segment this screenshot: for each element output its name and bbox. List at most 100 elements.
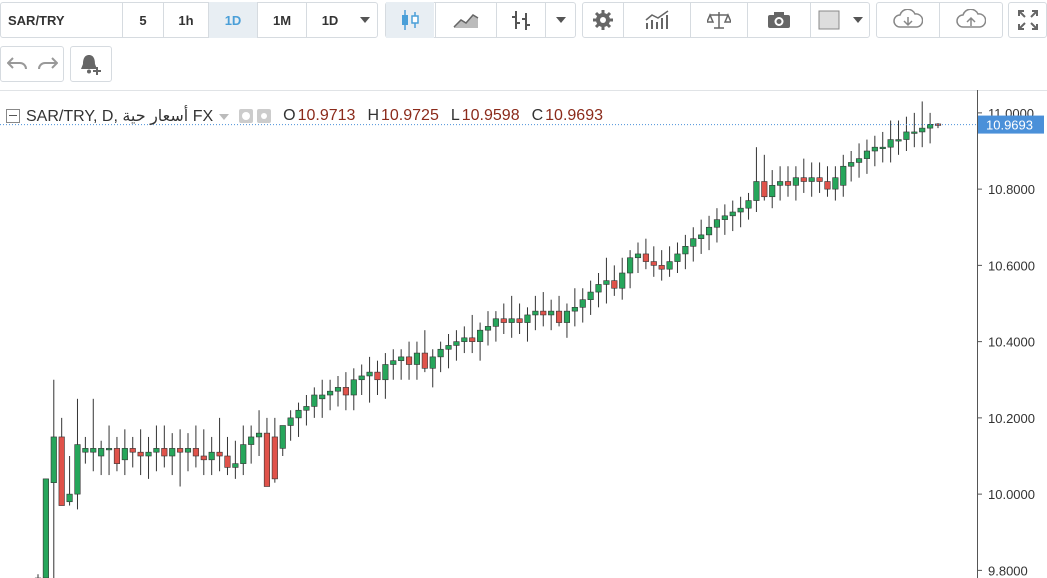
candle-body [98,448,105,457]
candle-body [461,337,468,342]
candle-body [887,139,894,148]
candle-body [666,261,673,270]
candle-body [911,131,918,134]
interval-1d-button[interactable]: 1D [209,2,257,38]
candle-body [224,455,231,468]
candle-body [777,181,784,186]
candle-body [579,299,586,308]
candle-body [295,409,302,419]
add-alert-icon[interactable] [71,46,111,82]
interval-1m-button[interactable]: 1M [258,2,306,38]
candle-body [413,352,421,365]
candle-body [871,146,878,152]
top-toolbar: SAR/TRY 5 1h 1D 1M 1D [0,0,1047,40]
interval-chevron-down-icon[interactable] [353,2,377,38]
candle-body [169,448,176,457]
compare-scale-icon[interactable] [691,2,747,38]
candle-body [327,390,334,396]
candle-body [745,200,752,209]
indicators-icon[interactable] [624,2,690,38]
candle-body [855,158,863,163]
chart-legend: SAR/TRY, D, أسعار حية FX O 10.9713 H 10.… [6,104,603,128]
y-tick-label: 9.8000 [988,563,1028,578]
candle-body [303,406,310,411]
candle-body [271,436,278,480]
bars-icon[interactable] [497,2,545,38]
redo-icon[interactable] [32,46,63,82]
collapse-legend-icon[interactable] [6,109,20,123]
candle-body [769,185,776,198]
gear-icon[interactable] [583,2,623,38]
fullscreen-icon[interactable] [1009,2,1046,38]
eye-icon[interactable] [239,109,254,123]
candle-body [492,318,499,327]
color-chevron-down-icon[interactable] [847,2,869,38]
symbol-search-button[interactable]: SAR/TRY [2,2,120,38]
y-tick-label: 10.6000 [988,258,1035,273]
camera-icon[interactable] [748,2,810,38]
candle-body [919,127,926,133]
y-tick-label: 10.8000 [988,182,1035,197]
y-tick-label: 10.0000 [988,487,1035,502]
low-value: 10.9598 [461,107,520,124]
candle-body [516,318,523,323]
legend-title[interactable]: SAR/TRY, D, أسعار حية FX [26,106,213,126]
cloud-download-icon[interactable] [877,2,939,38]
interval-1d-dropdown-label[interactable]: 1D [307,2,353,38]
candle-body [58,436,65,506]
candle-body [595,284,602,293]
undo-icon[interactable] [1,46,32,82]
legend-chevron-down-icon[interactable] [219,107,230,125]
candle-body [713,219,721,228]
candle-body [571,307,578,312]
candle-body [634,253,642,259]
candle-body [311,394,318,407]
candle-body [50,436,57,483]
candle-body [216,451,223,457]
high-label: H [367,107,379,124]
color-square-icon[interactable] [811,2,847,38]
price-chart[interactable]: 9.8000 10.0000 10.2000 10.4000 10.6000 10.800… [0,90,1047,578]
candle-body [840,165,847,186]
candle-body [477,329,484,342]
candle-body [705,226,713,236]
candles-icon[interactable] [386,2,434,38]
candle-body [721,215,728,220]
candle-body [342,387,349,396]
high-value: 10.9725 [381,107,439,124]
candle-body [287,417,294,426]
candle-body [863,150,871,159]
candle-body [248,436,255,445]
cloud-upload-icon[interactable] [940,2,1002,38]
candle-body [848,162,855,167]
area-chart-icon[interactable] [436,2,496,38]
candle-body [698,234,705,239]
candle-body [74,444,81,495]
candle-body [184,448,192,453]
candle-body [263,432,271,487]
interval-5-button[interactable]: 5 [123,2,163,38]
candle-body [255,432,263,438]
candle-body [429,356,436,369]
candle-body [350,379,357,396]
interval-1h-button[interactable]: 1h [164,2,208,38]
candle-body [200,455,207,461]
candle-body [121,448,128,461]
candle-body [895,139,902,142]
candle-body [690,238,697,247]
candle-body [421,352,428,369]
candle-body [611,280,618,289]
open-label: O [283,107,296,124]
candle-body [619,272,626,289]
candle-body [674,253,681,262]
candle-body [82,448,89,453]
candle-body [445,345,452,350]
candle-body [145,451,152,457]
candle-body [800,177,807,182]
settings-icon[interactable] [257,109,272,123]
chart-container[interactable]: 9.8000 10.0000 10.2000 10.4000 10.6000 10.800… [0,90,1047,578]
chart-type-chevron-down-icon[interactable] [546,2,575,38]
close-value: 10.9693 [545,107,603,124]
candle-body [177,448,184,453]
candle-body [437,348,444,358]
